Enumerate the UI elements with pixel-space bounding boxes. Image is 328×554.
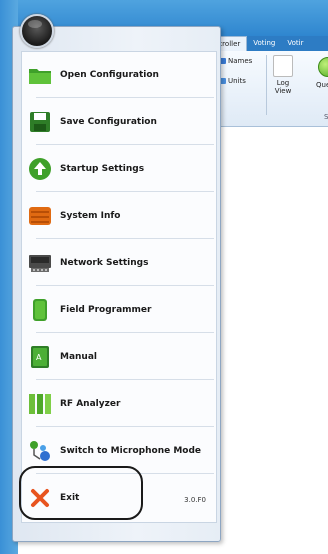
network-icon bbox=[28, 251, 52, 275]
application-button[interactable] bbox=[20, 14, 54, 48]
application-menu: Open Configuration Save Configuration St… bbox=[12, 26, 221, 542]
exit-highlight-outline bbox=[19, 466, 143, 520]
ribbon-separator bbox=[266, 55, 267, 115]
menu-item-label: RF Analyzer bbox=[60, 398, 121, 409]
tab-voting[interactable]: Voting bbox=[247, 36, 281, 51]
names-label: Names bbox=[228, 57, 253, 65]
menu-item-rf-analyzer[interactable]: RF Analyzer bbox=[22, 381, 216, 426]
green-circle-icon[interactable] bbox=[318, 57, 328, 77]
menu-item-label: Field Programmer bbox=[60, 304, 152, 315]
menu-item-label: Switch to Microphone Mode bbox=[60, 445, 202, 456]
menu-divider bbox=[36, 97, 214, 98]
menu-divider bbox=[36, 238, 214, 239]
folder-icon bbox=[28, 63, 52, 87]
menu-divider bbox=[36, 379, 214, 380]
units-label: Units bbox=[228, 77, 246, 85]
ribbon-tab-strip: ntroller Voting Votir bbox=[208, 36, 328, 51]
menu-item-open-configuration[interactable]: Open Configuration bbox=[22, 52, 216, 97]
floppy-disk-icon bbox=[28, 110, 52, 134]
menu-item-label: Network Settings bbox=[60, 257, 149, 268]
log-view-icon bbox=[273, 55, 293, 77]
rf-analyzer-icon bbox=[28, 392, 52, 416]
menu-divider bbox=[36, 285, 214, 286]
names-button[interactable]: Names bbox=[218, 57, 252, 65]
menu-divider bbox=[36, 144, 214, 145]
menu-divider bbox=[36, 426, 214, 427]
menu-item-field-programmer[interactable]: Field Programmer bbox=[22, 287, 216, 332]
units-button[interactable]: Units bbox=[218, 77, 246, 85]
ribbon-panel: Names Units Log View Que S bbox=[208, 51, 328, 127]
menu-divider bbox=[36, 332, 214, 333]
menu-item-label: Open Configuration bbox=[60, 69, 159, 80]
version-label: 3.0.F0 bbox=[184, 496, 206, 504]
menu-divider bbox=[36, 191, 214, 192]
menu-item-startup-settings[interactable]: Startup Settings bbox=[22, 146, 216, 191]
menu-item-label: Save Configuration bbox=[60, 116, 157, 127]
system-info-icon bbox=[28, 204, 52, 228]
menu-item-system-info[interactable]: System Info bbox=[22, 193, 216, 238]
svg-text:A: A bbox=[36, 353, 42, 362]
menu-item-save-configuration[interactable]: Save Configuration bbox=[22, 99, 216, 144]
menu-item-label: Startup Settings bbox=[60, 163, 145, 174]
field-programmer-icon bbox=[28, 298, 52, 322]
menu-item-label: System Info bbox=[60, 210, 121, 221]
partial-button-label: Que bbox=[316, 81, 328, 89]
menu-item-label: Manual bbox=[60, 351, 98, 362]
up-arrow-icon bbox=[28, 157, 52, 181]
application-menu-list: Open Configuration Save Configuration St… bbox=[21, 51, 217, 523]
partial-group-label: S bbox=[324, 113, 328, 121]
menu-item-network-settings[interactable]: Network Settings bbox=[22, 240, 216, 285]
tab-voting-2[interactable]: Votir bbox=[281, 36, 309, 51]
log-view-button[interactable]: Log View bbox=[270, 55, 296, 95]
log-view-label-line2: View bbox=[274, 87, 292, 95]
log-view-label-line1: Log bbox=[276, 79, 290, 87]
manual-icon: A bbox=[28, 345, 52, 369]
microphone-mode-icon bbox=[28, 439, 52, 463]
menu-item-manual[interactable]: A Manual bbox=[22, 334, 216, 379]
main-content-area bbox=[208, 127, 328, 554]
